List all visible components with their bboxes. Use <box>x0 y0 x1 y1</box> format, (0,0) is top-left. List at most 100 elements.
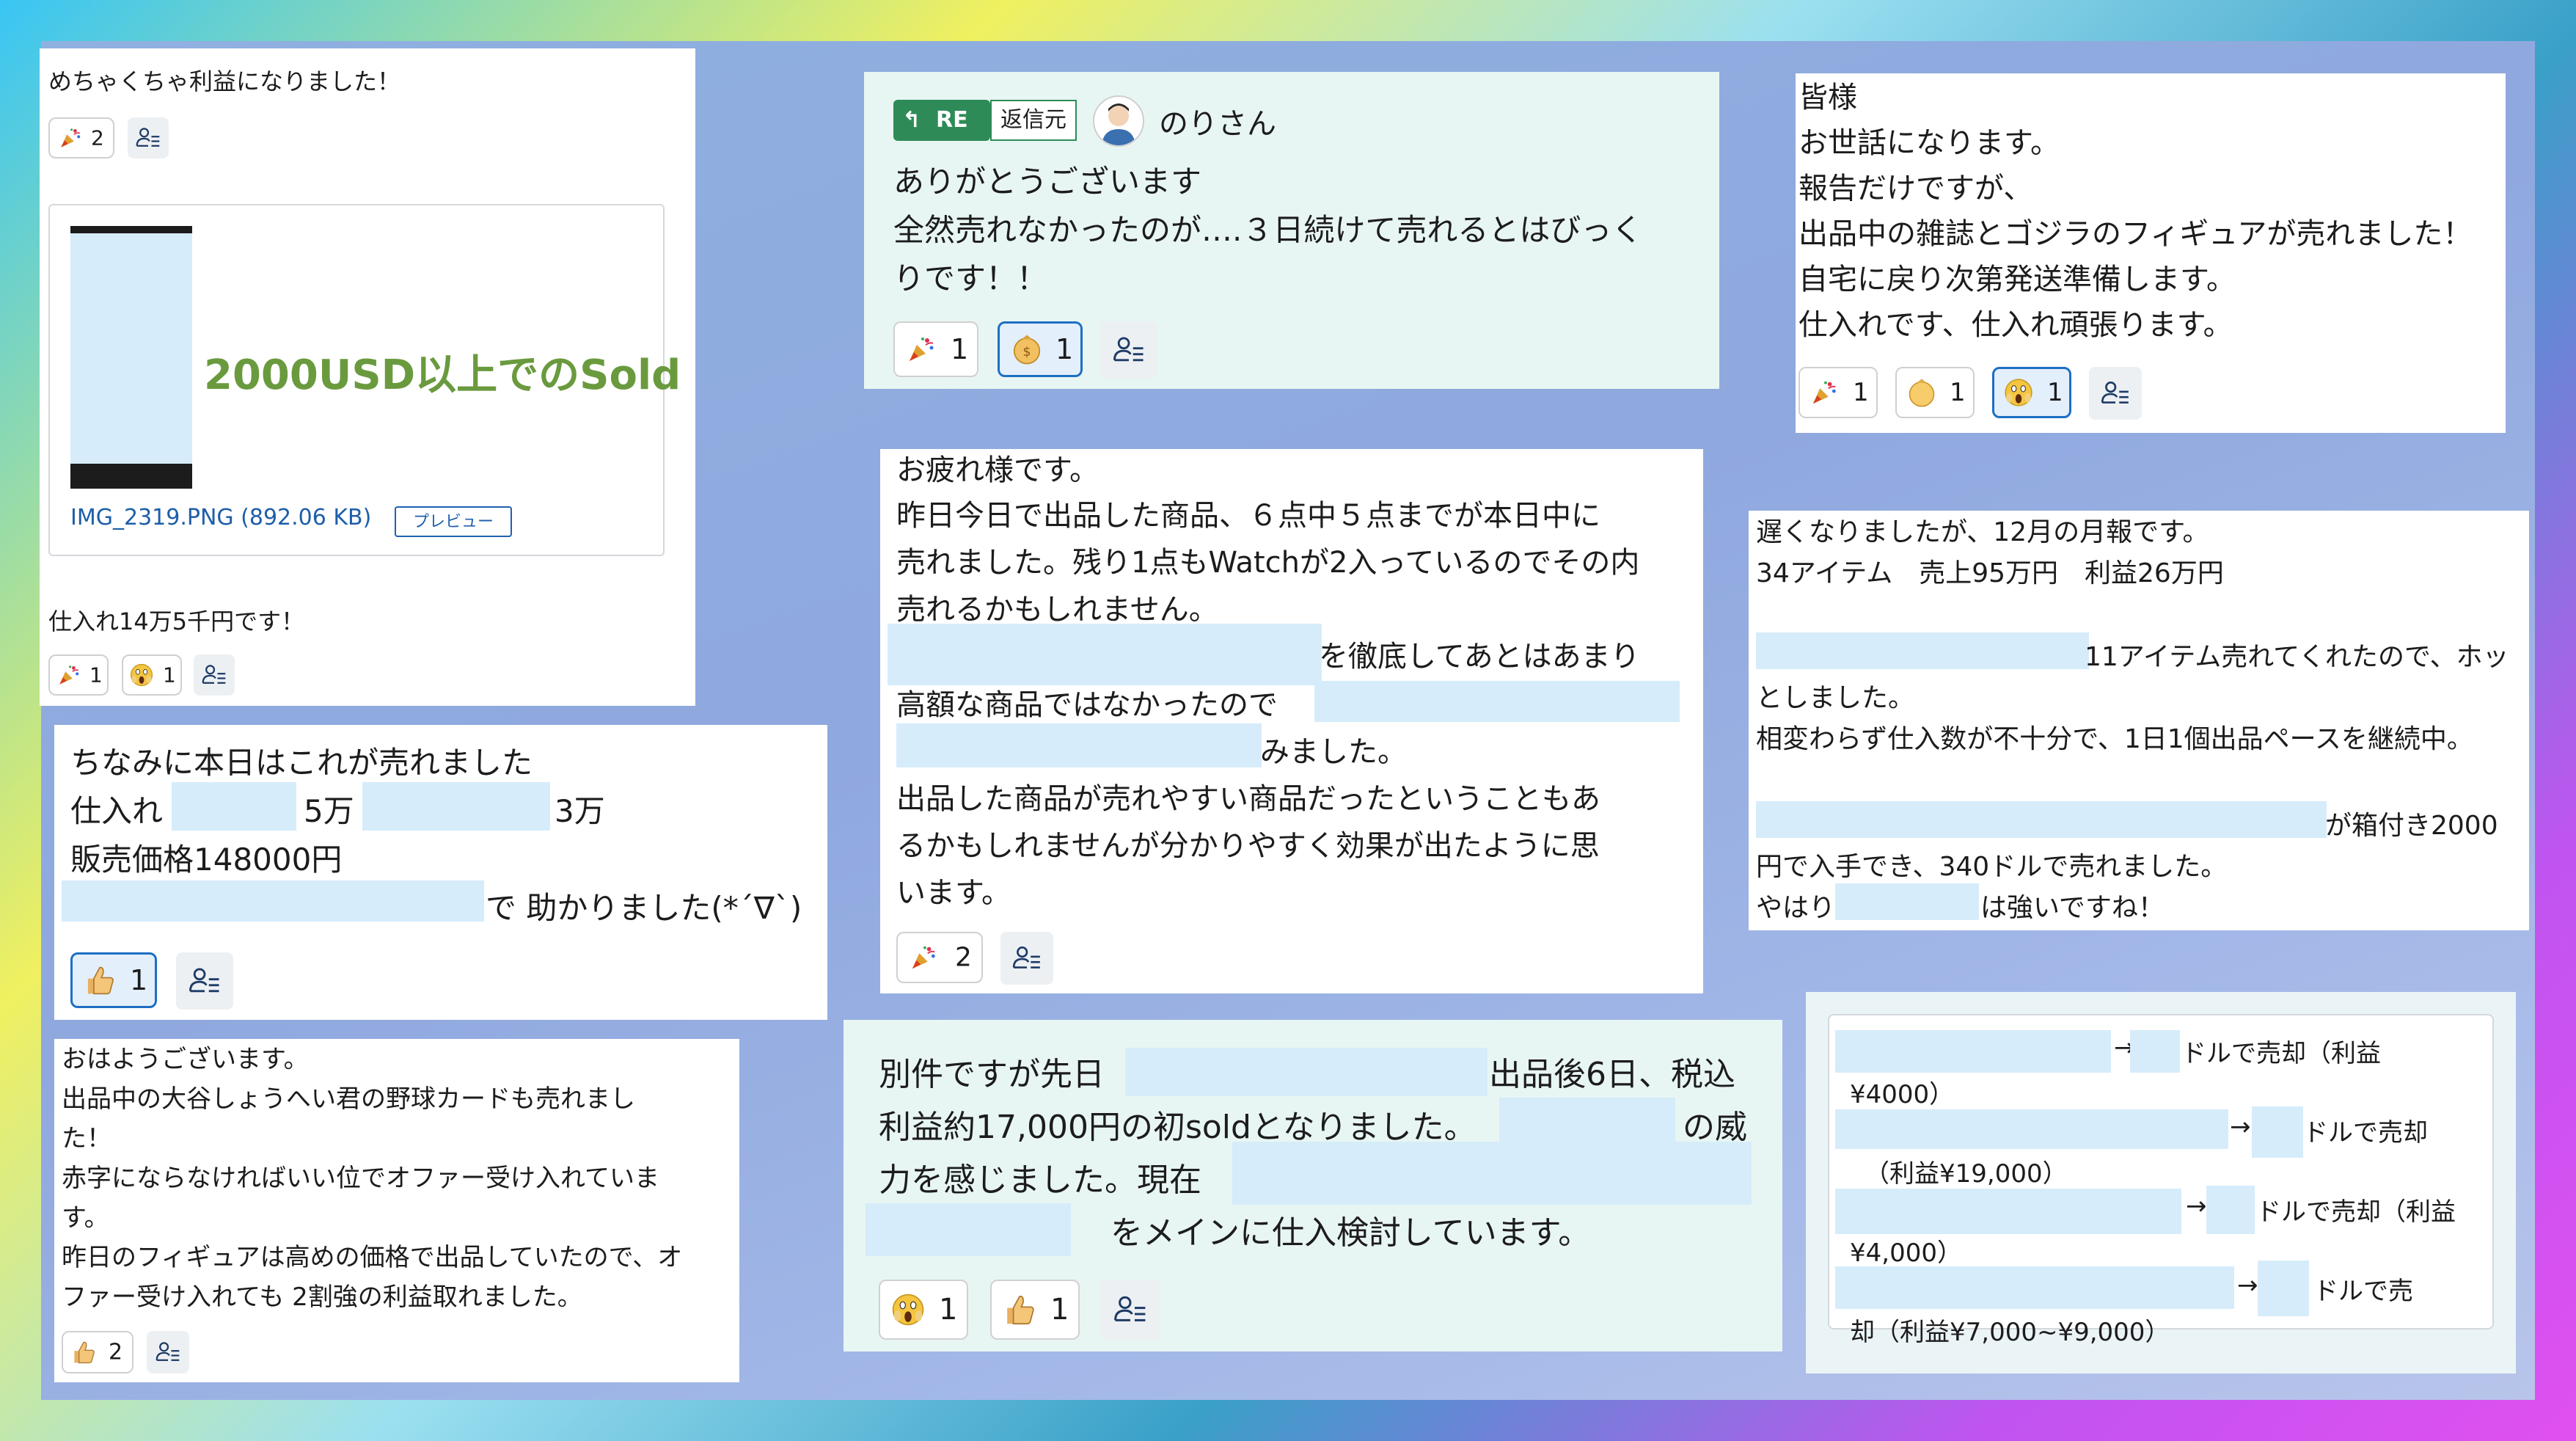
message-line: を徹底してあとはあまり <box>1319 640 1640 674</box>
reaction-popper[interactable]: 2 <box>48 117 114 158</box>
reaction-count: 1 <box>1055 333 1074 365</box>
reaction-scream[interactable]: 1 <box>1992 367 2071 418</box>
message-card-1: めちゃくちゃ利益になりました！ 2 2000USD以上でのSold IMG_23… <box>40 48 695 706</box>
message-line: みました。 <box>1260 735 1407 769</box>
message-line: 昨日のフィギュアは高めの価格で出品していたので、オ <box>62 1243 683 1272</box>
redacted-block <box>1835 1030 2111 1073</box>
message-line: 出品後6日、税込 <box>1489 1056 1735 1093</box>
message-line: 売れるかもしれません。 <box>896 593 1218 627</box>
message-line: は強いですね！ <box>1980 893 2165 923</box>
reply-badge[interactable]: ↰ RE <box>893 100 990 141</box>
message-line: 仕入れです、仕入れ頑張ります。 <box>1799 308 2233 342</box>
arrow: → <box>2237 1271 2258 1300</box>
message-line: ドルで売 <box>2313 1277 2413 1306</box>
redacted-block <box>2252 1106 2303 1158</box>
money-bag-icon <box>1010 332 1044 366</box>
add-member-button[interactable] <box>176 952 233 1010</box>
message-line: す。 <box>62 1203 109 1233</box>
redacted-block <box>1756 801 2327 838</box>
username[interactable]: のりさん <box>1159 100 1276 142</box>
message-line: ありがとうございます <box>893 164 1202 200</box>
redacted-block <box>1232 1142 1752 1205</box>
message-line: 5万 <box>304 793 354 829</box>
add-member-button[interactable] <box>1100 321 1157 379</box>
message-line: 売れました。残り1点もWatchが2入っているのでその内 <box>896 546 1640 580</box>
message-line: 高額な商品ではなかったので <box>896 688 1278 722</box>
reaction-thumbs-up[interactable]: 2 <box>62 1331 133 1373</box>
reaction-count: 1 <box>89 663 103 687</box>
reaction-money-bag[interactable]: 1 <box>1895 367 1975 418</box>
message-line: 皆様 <box>1799 81 1857 114</box>
reaction-popper[interactable]: 1 <box>1799 367 1878 418</box>
reaction-count: 1 <box>130 964 148 996</box>
message-line: るかもしれませんが分かりやすく効果が出たように思 <box>896 829 1600 863</box>
thumbs-up-icon <box>1002 1292 1037 1327</box>
reaction-popper[interactable]: 1 <box>893 321 978 377</box>
add-member-button[interactable] <box>1000 932 1053 985</box>
message-card-5: お疲れ様です。 昨日今日で出品した商品、６点中５点までが本日中に 売れました。残… <box>880 449 1703 993</box>
message-card-2: ↰ RE 返信元 のりさん ありがとうございます 全然売れなかったのが….３日続… <box>864 72 1719 389</box>
redacted-block <box>2206 1186 2255 1234</box>
message-line: 報告だけですが、 <box>1799 172 2033 205</box>
message-line: 34アイテム 売上95万円 利益26万円 <box>1756 558 2224 588</box>
reaction-money-bag[interactable]: 1 <box>998 321 1083 377</box>
message-line: 別件ですが先日 <box>879 1056 1105 1093</box>
member-list-icon <box>1112 333 1146 367</box>
thumbs-up-icon <box>83 963 117 997</box>
redacted-block <box>866 1203 1071 1256</box>
avatar-icon <box>1102 103 1135 145</box>
party-popper-icon <box>1810 379 1838 406</box>
message-line: （利益¥19,000） <box>1865 1159 2068 1189</box>
reaction-count: 1 <box>2047 378 2063 407</box>
message-line: 11アイテム売れてくれたので、ホッ <box>2085 642 2509 672</box>
reaction-popper[interactable]: 2 <box>896 932 983 983</box>
scream-face-icon <box>890 1292 926 1327</box>
message-line: が箱付き2000 <box>2325 811 2498 841</box>
message-line: 利益約17,000円の初soldとなりました。 <box>879 1109 1477 1146</box>
attachment-thumbnail[interactable] <box>70 226 192 489</box>
message-line: としました。 <box>1756 683 1915 713</box>
reaction-thumbs-up[interactable]: 1 <box>990 1280 1080 1340</box>
arrow: → <box>2186 1192 2207 1221</box>
redacted-block <box>1125 1048 1488 1096</box>
thumbs-up-icon <box>70 1339 97 1365</box>
add-member-button[interactable] <box>2089 367 2142 420</box>
message-line: た！ <box>62 1124 111 1153</box>
attachment-overlay-text: 2000USD以上でのSold <box>204 351 681 399</box>
redacted-block <box>1835 1189 2181 1234</box>
redacted-block <box>62 880 484 922</box>
message-line: お疲れ様です。 <box>896 453 1099 487</box>
reaction-count: 1 <box>1050 1293 1069 1327</box>
redacted-block <box>1835 883 1979 920</box>
reaction-thumbs-up[interactable]: 1 <box>70 952 157 1008</box>
add-member-button[interactable] <box>194 654 235 696</box>
add-member-button[interactable] <box>147 1331 189 1373</box>
add-member-button[interactable] <box>128 117 169 158</box>
redacted-block <box>1835 1109 2228 1149</box>
message-line: おはようございます。 <box>62 1045 309 1074</box>
redacted-block <box>2130 1030 2180 1073</box>
message-line: の威 <box>1683 1109 1747 1146</box>
message-line: 出品中の雑誌とゴジラのフィギュアが売れました！ <box>1799 217 2473 251</box>
message-card-8: 別件ですが先日 出品後6日、税込 利益約17,000円の初soldとなりました。… <box>844 1020 1782 1351</box>
reaction-scream[interactable]: 1 <box>122 654 182 696</box>
message-text: 仕入れ14万5千円です！ <box>48 608 305 635</box>
redacted-block <box>172 782 296 831</box>
message-line: 昨日今日で出品した商品、６点中５点までが本日中に <box>896 499 1600 533</box>
message-line: 却（利益¥7,000~¥9,000） <box>1850 1318 2170 1347</box>
user-avatar[interactable] <box>1093 95 1144 147</box>
add-member-button[interactable] <box>1100 1280 1160 1340</box>
reaction-popper[interactable]: 1 <box>48 654 109 696</box>
reply-source-label[interactable]: 返信元 <box>990 100 1077 141</box>
member-list-icon <box>1113 1292 1148 1327</box>
message-line: りです！！ <box>893 260 1048 296</box>
preview-button[interactable]: プレビュー <box>395 506 512 537</box>
reaction-scream[interactable]: 1 <box>879 1280 968 1340</box>
message-line: 販売価格148000円 <box>70 842 343 878</box>
message-card-7: おはようございます。 出品中の大谷しょうへい君の野球カードも売れまし た！ 赤字… <box>54 1039 739 1382</box>
image-attachment[interactable]: 2000USD以上でのSold IMG_2319.PNG (892.06 KB)… <box>48 204 681 556</box>
member-list-icon <box>201 662 227 688</box>
attachment-filename[interactable]: IMG_2319.PNG (892.06 KB) <box>70 505 371 530</box>
message-line: 仕入れ <box>70 793 164 829</box>
message-line: 円で入手でき、340ドルで売れました。 <box>1756 852 2228 882</box>
